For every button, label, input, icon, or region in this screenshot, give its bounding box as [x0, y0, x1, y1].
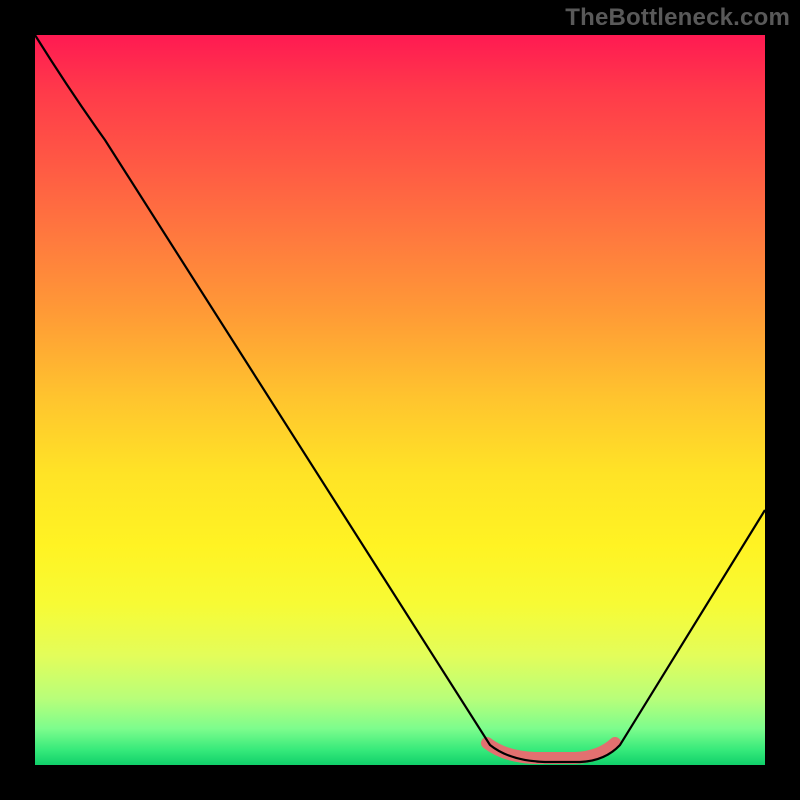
watermark-text: TheBottleneck.com [565, 4, 790, 32]
chart-frame: TheBottleneck.com [0, 0, 800, 800]
plot-area [35, 35, 765, 765]
highlight-segment [487, 743, 615, 758]
curve-svg [35, 35, 765, 765]
bottleneck-curve [35, 35, 765, 762]
